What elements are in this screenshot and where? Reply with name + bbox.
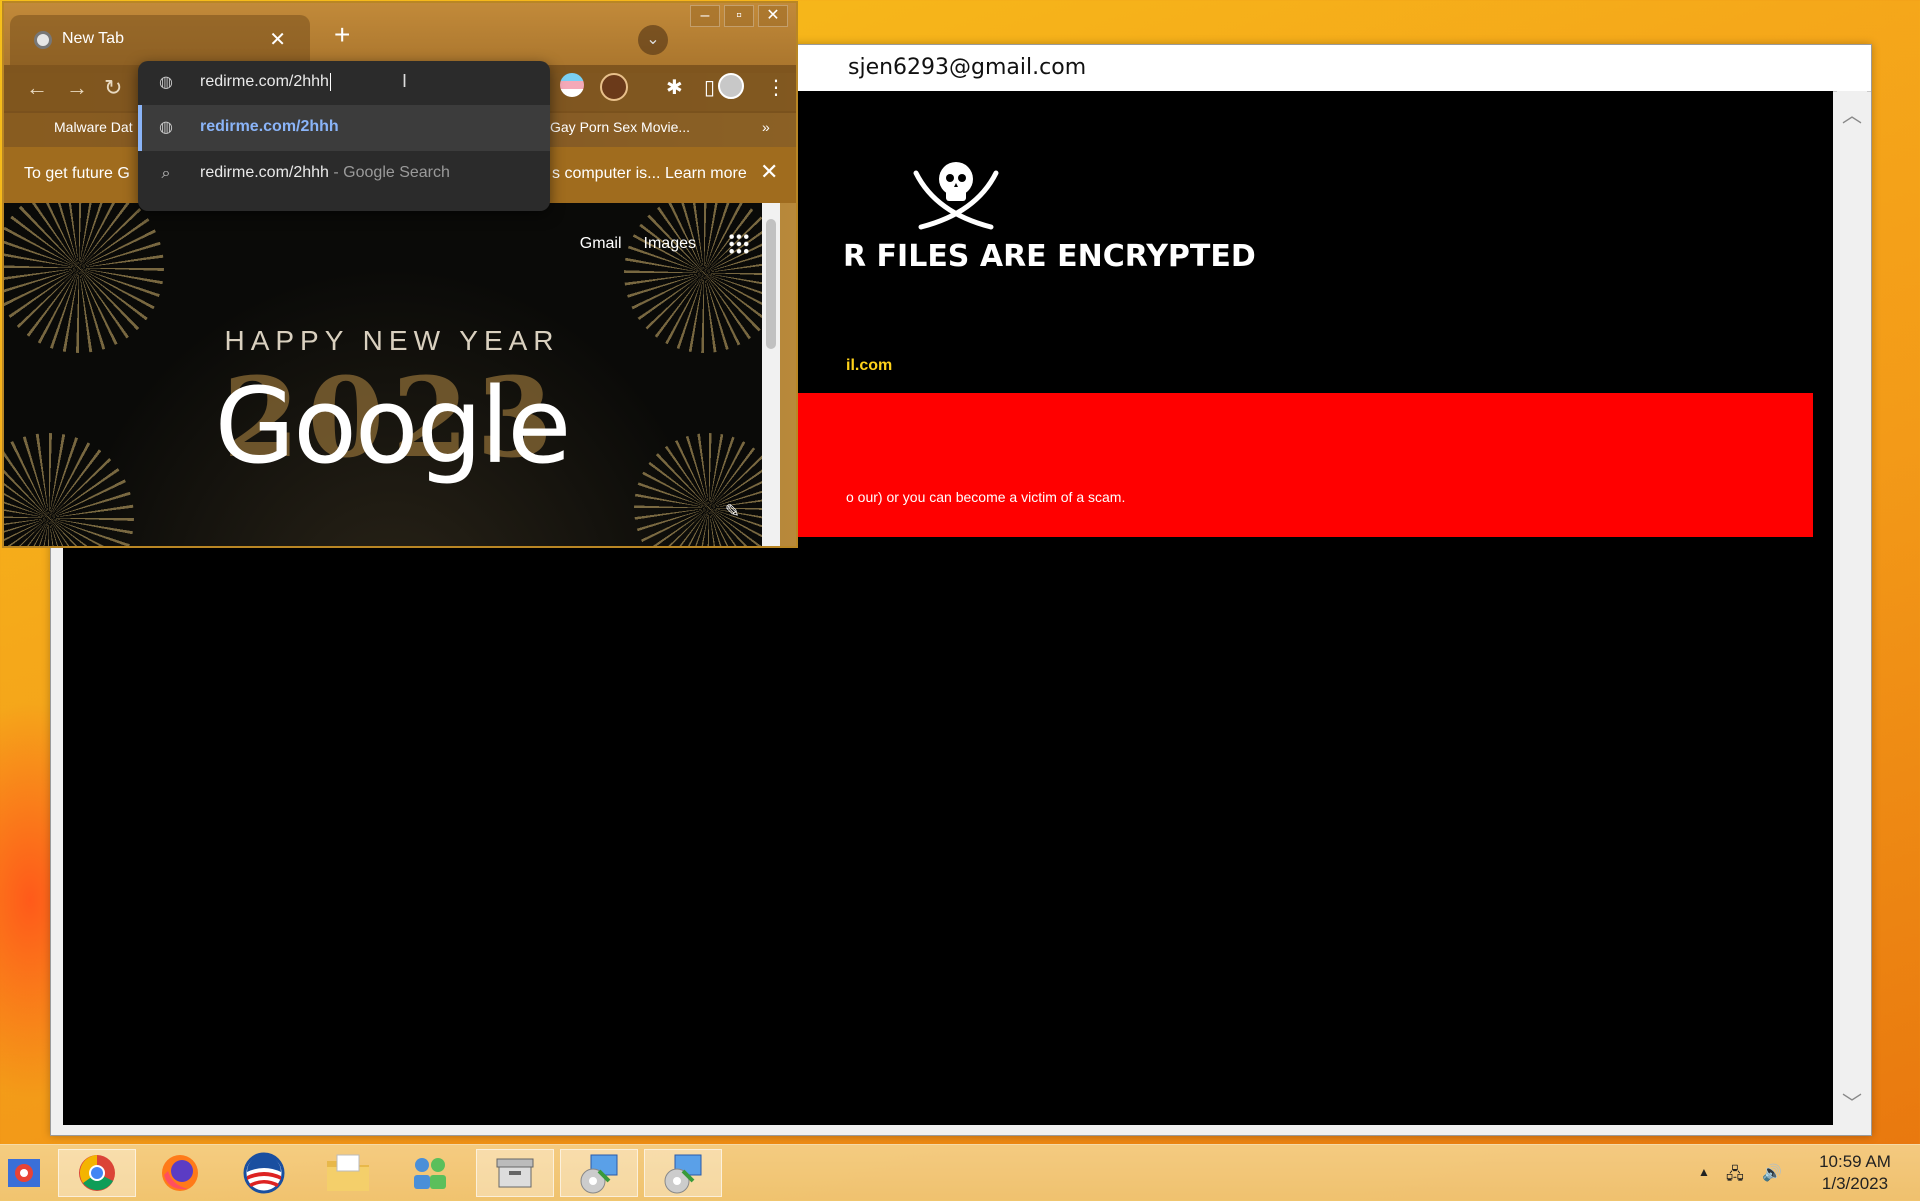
suggestion-row[interactable]: ⌕ redirme.com/2hhh - Google Search [138,151,550,197]
suggestion-text: redirme.com/2hhh [200,118,339,135]
show-hidden-icons[interactable]: ▲ [1698,1165,1710,1179]
menu-icon[interactable]: ⋮ [766,75,786,100]
customize-pencil-icon[interactable]: ✎ [725,501,740,522]
warning-box [763,393,1813,537]
info-bar-text-right: s computer is... Learn more [552,165,747,183]
chrome-favicon-icon [34,31,52,49]
globe-icon: ◍ [159,119,173,136]
page-scrollbar[interactable] [762,203,780,546]
maximize-button[interactable]: ▫ [724,5,754,27]
volume-icon[interactable]: 🔊 [1762,1163,1782,1183]
extension-avatar-icon[interactable] [600,73,628,101]
scroll-up-icon[interactable]: ︿ [1837,101,1867,131]
images-link[interactable]: Images [644,235,696,253]
bookmark-malware[interactable]: Malware Dat [54,119,133,135]
reload-icon[interactable]: ↻ [104,75,122,101]
network-icon[interactable]: 🖧 [1726,1163,1744,1190]
minimize-button[interactable]: – [690,5,720,27]
close-tab-icon[interactable]: ✕ [269,27,286,52]
info-bar-text: To get future G [24,165,130,182]
side-panel-icon[interactable]: ▯ [704,75,715,100]
suggestion-text: redirme.com/2hhh [200,164,329,181]
ransom-contact-email: il.com [846,357,893,374]
extension-flag-icon[interactable] [560,73,584,97]
taskbar-obama-icon[interactable] [228,1149,300,1197]
extensions-icon[interactable]: ✱ [666,75,683,100]
close-window-button[interactable]: ✕ [758,5,788,27]
google-apps-icon[interactable] [728,233,750,255]
info-bar-message: s computer is... [552,165,661,182]
tab-search-button[interactable]: ⌄ [638,25,668,55]
pirate-skull-icon [913,162,999,230]
new-tab-page: Gmail Images HAPPY NEW YEAR 2023 Google … [4,203,780,546]
bookmark-movie[interactable]: Gay Porn Sex Movie... [550,119,690,135]
taskbar-installer-icon[interactable] [644,1149,722,1197]
chrome-window: New Tab ✕ + ⌄ – ▫ ✕ ← → ↻ ✱ ▯ ⋮ Malware … [2,1,798,548]
taskbar-network-app-icon[interactable] [394,1149,466,1197]
taskbar-explorer-icon[interactable] [312,1149,384,1197]
scroll-down-icon[interactable]: ﹀ [1837,1089,1867,1119]
taskbar-chrome-icon[interactable] [58,1149,136,1197]
ransom-scrollbar[interactable]: ︿ ﹀ [1837,91,1867,1125]
ransom-window-title: sjen6293@gmail.com [848,55,1087,80]
taskbar-firefox-icon[interactable] [144,1149,216,1197]
clock-time: 10:59 AM [1819,1152,1891,1171]
profile-avatar-icon[interactable] [718,73,744,99]
address-input[interactable]: redirme.com/2hhh [200,73,329,90]
back-icon[interactable]: ← [26,75,48,101]
taskbar-archive-icon[interactable] [476,1149,554,1197]
suggestion-row[interactable]: ◍ redirme.com/2hhh [138,105,550,151]
ransom-headline: R FILES ARE ENCRYPTED [843,239,1256,274]
clock-date: 1/3/2023 [1821,1174,1889,1193]
ntp-links: Gmail Images [580,235,740,253]
learn-more-link[interactable]: Learn more [665,165,747,182]
search-icon: ⌕ [161,165,171,182]
bookmarks-overflow[interactable]: » [762,119,770,135]
forward-icon[interactable]: → [66,75,88,101]
suggestion-suffix: - Google Search [328,164,450,181]
start-chrome-os-icon[interactable] [0,1149,48,1197]
new-tab-button[interactable]: + [334,21,350,49]
warning-text: o our) or you can become a victim of a s… [846,489,1126,505]
google-logo[interactable]: Google [4,365,780,487]
taskbar-installer-icon[interactable] [560,1149,638,1197]
omnibox-dropdown: ◍ redirme.com/2hhh I ◍ redirme.com/2hhh … [138,61,550,211]
window-controls: – ▫ ✕ [690,5,788,27]
address-bar[interactable]: ◍ redirme.com/2hhh I [138,61,550,105]
system-clock[interactable]: 10:59 AM 1/3/2023 [1800,1151,1910,1195]
tab-new-tab[interactable]: New Tab ✕ [10,15,310,65]
info-bar-close-icon[interactable]: ✕ [760,159,778,185]
text-cursor-icon: I [402,71,408,91]
globe-icon: ◍ [159,74,173,91]
tab-title: New Tab [62,30,124,47]
taskbar: ▲ 🖧 🔊 10:59 AM 1/3/2023 [0,1144,1920,1201]
gmail-link[interactable]: Gmail [580,235,622,253]
